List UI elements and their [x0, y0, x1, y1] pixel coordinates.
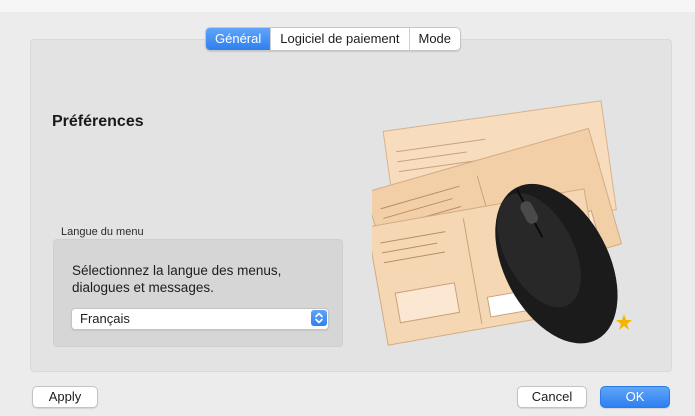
apply-button[interactable]: Apply	[32, 386, 98, 408]
tab-bar: Général Logiciel de paiement Mode	[205, 27, 462, 51]
payment-slip-mouse-illustration	[372, 100, 632, 346]
tab-general[interactable]: Général	[206, 28, 271, 50]
tab-mode[interactable]: Mode	[408, 28, 461, 50]
cancel-button[interactable]: Cancel	[517, 386, 587, 408]
window-top-strip	[0, 0, 695, 12]
menu-language-description: Sélectionnez la langue des menus, dialog…	[72, 263, 282, 295]
page-title: Préférences	[52, 113, 144, 130]
menu-language-label: Langue du menu	[61, 226, 144, 238]
language-select[interactable]: Français	[71, 308, 329, 330]
ok-button[interactable]: OK	[600, 386, 670, 408]
tab-payment-software[interactable]: Logiciel de paiement	[270, 28, 408, 50]
language-select-value: Français	[80, 311, 130, 326]
select-arrows-icon	[311, 310, 327, 326]
